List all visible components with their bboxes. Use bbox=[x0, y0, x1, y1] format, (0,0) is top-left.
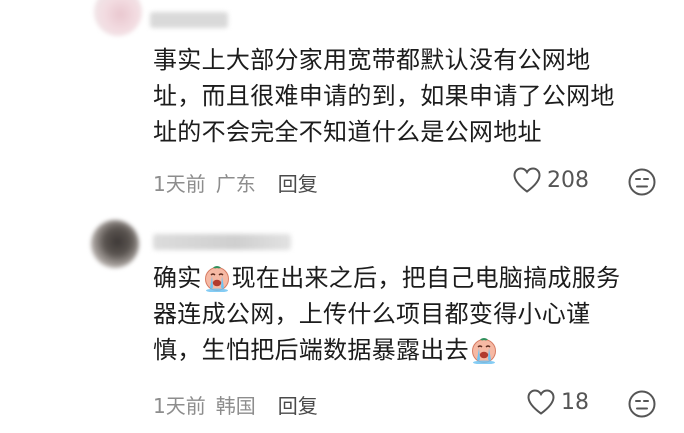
comment-text: 确实 现在出来之后，把自己电脑搞成服务 器连成公网，上传什么项目都变得小心谨 慎，… bbox=[153, 260, 663, 368]
reply-button[interactable]: 回复 bbox=[278, 168, 318, 197]
comment-line: 址，而且很难申请的到，如果申请了公网地 bbox=[153, 82, 615, 110]
comment-text-segment: 确实 bbox=[153, 264, 202, 292]
unhappy-face-icon[interactable] bbox=[627, 167, 657, 197]
comment-line: 器连成公网，上传什么项目都变得小心谨 bbox=[153, 300, 591, 328]
comment-time: 1天前 bbox=[153, 172, 206, 196]
comment-line: 事实上大部分家用宽带都默认没有公网地 bbox=[153, 46, 591, 74]
comment-item: 事实上大部分家用宽带都默认没有公网地 址，而且很难申请的到，如果申请了公网地 址… bbox=[0, 0, 684, 212]
unhappy-face-icon[interactable] bbox=[627, 389, 657, 419]
comment-location: 广东 bbox=[215, 172, 256, 196]
comment-list: 事实上大部分家用宽带都默认没有公网地 址，而且很难申请的到，如果申请了公网地 址… bbox=[0, 0, 684, 433]
username-blurred[interactable] bbox=[153, 234, 291, 250]
crying-face-emoji bbox=[204, 265, 229, 292]
avatar[interactable] bbox=[94, 0, 142, 36]
comment-line: 慎，生怕把后端数据暴露出去 bbox=[153, 332, 663, 368]
heart-outline-icon bbox=[513, 167, 541, 193]
like-count: 208 bbox=[547, 167, 589, 193]
comment-location: 韩国 bbox=[215, 394, 256, 418]
comment-meta: 1天前 广东 回复 bbox=[153, 168, 318, 197]
reply-button[interactable]: 回复 bbox=[278, 390, 318, 419]
avatar[interactable] bbox=[91, 220, 139, 268]
like-count: 18 bbox=[561, 389, 589, 415]
heart-outline-icon bbox=[527, 389, 555, 415]
comment-text-segment: 慎，生怕把后端数据暴露出去 bbox=[153, 336, 469, 364]
comment-text: 事实上大部分家用宽带都默认没有公网地 址，而且很难申请的到，如果申请了公网地 址… bbox=[153, 42, 663, 150]
crying-face-emoji bbox=[471, 337, 497, 364]
comment-meta: 1天前 韩国 回复 bbox=[153, 390, 318, 419]
comment-text-segment: 现在出来之后，把自己电脑搞成服务 bbox=[231, 264, 621, 292]
like-button[interactable]: 18 bbox=[526, 388, 589, 416]
comment-item: 确实 现在出来之后，把自己电脑搞成服务 器连成公网，上传什么项目都变得小心谨 慎，… bbox=[0, 212, 684, 433]
like-button[interactable]: 208 bbox=[512, 166, 589, 194]
username-blurred[interactable] bbox=[150, 12, 228, 28]
comment-time: 1天前 bbox=[153, 394, 206, 418]
comment-line: 址的不会完全不知道什么是公网地址 bbox=[153, 118, 542, 146]
comment-line: 确实 现在出来之后，把自己电脑搞成服务 bbox=[153, 260, 663, 296]
